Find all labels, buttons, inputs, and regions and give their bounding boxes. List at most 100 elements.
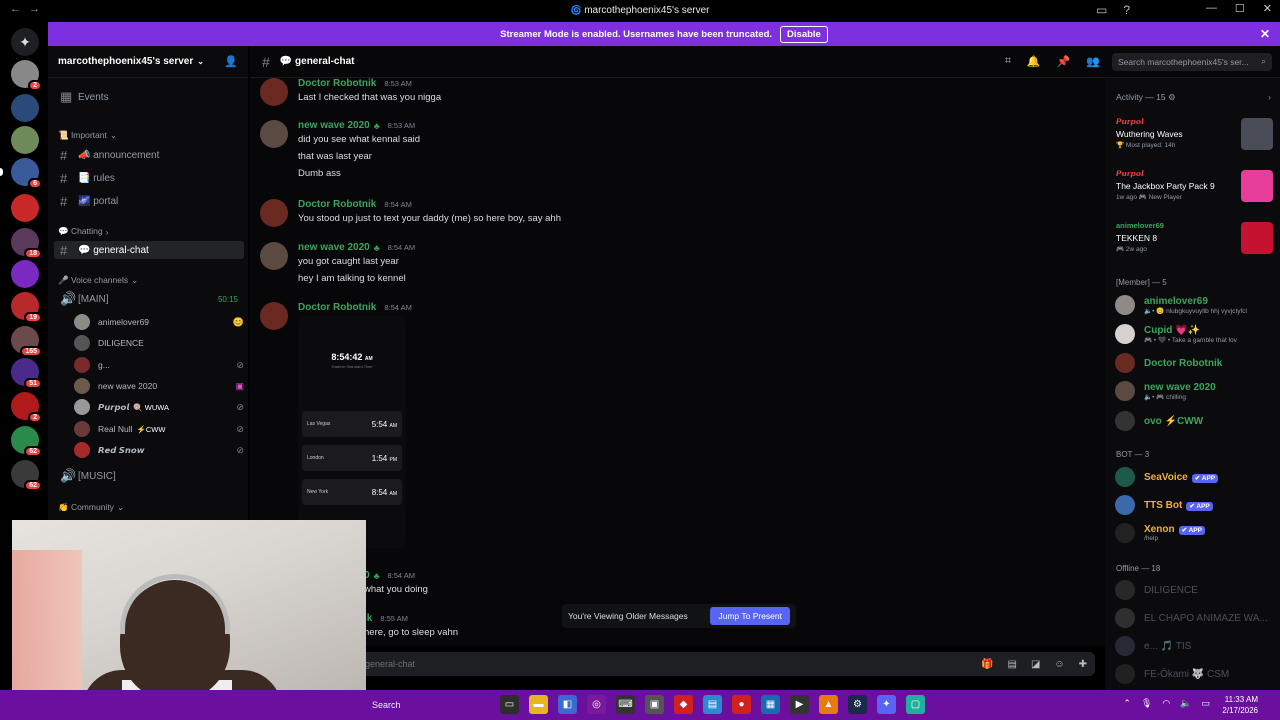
channel-rules[interactable]: # 📑 rules: [54, 169, 244, 187]
server-icon[interactable]: [11, 94, 39, 122]
task-view-icon[interactable]: ▭: [500, 695, 519, 714]
activity-card[interactable]: 𝙋𝙪𝙧𝙥𝙤𝙡 Wuthering Waves 🏆 Most played: 14…: [1113, 114, 1275, 158]
channel-portal[interactable]: # 🌌 portal: [54, 192, 244, 210]
category-community[interactable]: 👏 Community ⌄: [58, 502, 124, 513]
message[interactable]: new wave 2020 ♣ 8:53 AM did you see what k…: [260, 120, 420, 179]
category-chatting[interactable]: 💬 Chatting ›: [58, 226, 108, 237]
message-author[interactable]: Doctor Robotnik: [298, 199, 376, 210]
phone-screenshot-attachment[interactable]: 8:54:42 AM Eastern Standard Time Las Veg…: [298, 316, 406, 548]
app-icon[interactable]: ▦: [761, 695, 780, 714]
discord-icon[interactable]: ✦: [877, 695, 896, 714]
threads-icon[interactable]: ⌗: [1005, 55, 1011, 68]
pin-icon[interactable]: 📌: [1057, 55, 1071, 68]
category-important[interactable]: 📜 Important ⌄: [58, 130, 117, 141]
member-item[interactable]: Xenon ✔ APP/help: [1115, 521, 1275, 545]
add-member-icon[interactable]: 👤: [224, 55, 238, 68]
wifi-icon[interactable]: ◠: [1162, 698, 1170, 709]
emoji-icon[interactable]: ☺: [1054, 659, 1064, 670]
jump-to-present-button[interactable]: Jump To Present: [710, 607, 790, 625]
discord-home-icon[interactable]: ✦: [11, 28, 39, 56]
record-icon[interactable]: ●: [732, 695, 751, 714]
voice-user[interactable]: g... ⊘: [74, 356, 244, 374]
server-icon[interactable]: [11, 194, 39, 222]
file-explorer-icon[interactable]: ▬: [529, 695, 548, 714]
app-icon[interactable]: ◎: [587, 695, 606, 714]
server-icon[interactable]: [11, 126, 39, 154]
app-icon[interactable]: ▣: [645, 695, 664, 714]
member-item[interactable]: animelover69 🔈• 😊 nlubgkuyvuyllb hhj vyvj…: [1115, 293, 1275, 317]
server-icon[interactable]: 6: [11, 158, 42, 189]
app-icon[interactable]: ◆: [674, 695, 693, 714]
voice-user[interactable]: Real Null ⚡CWW ⊘: [74, 420, 244, 438]
voice-user[interactable]: new wave 2020 ▣: [74, 377, 244, 395]
maximize-icon[interactable]: ☐: [1235, 2, 1245, 15]
channel-general-chat[interactable]: # 💬 general-chat: [54, 241, 244, 259]
taskbar-clock[interactable]: 11:33 AM 2/17/2026: [1222, 694, 1258, 716]
inbox-icon[interactable]: ▭: [1096, 3, 1107, 17]
member-item[interactable]: e... 🎵 TIS: [1115, 634, 1275, 658]
member-item[interactable]: TTS Bot ✔ APP: [1115, 493, 1275, 517]
app-icon[interactable]: ⌨: [616, 695, 635, 714]
member-item[interactable]: new wave 2020 🔈• 🎮 chilling: [1115, 379, 1275, 403]
close-banner-icon[interactable]: ✕: [1260, 27, 1270, 41]
message[interactable]: ik 8:55 AM here, go to sleep vahn: [364, 613, 458, 638]
apps-icon[interactable]: ✚: [1079, 659, 1087, 670]
message-author[interactable]: new wave 2020: [298, 120, 370, 131]
app-icon[interactable]: ▢: [906, 695, 925, 714]
member-item[interactable]: Cupid 💗✨ 🎮 • 🖤 • Take a gamble that lov: [1115, 322, 1275, 346]
server-icon[interactable]: 2: [11, 60, 42, 91]
disable-streamer-button[interactable]: Disable: [780, 25, 828, 43]
voice-user[interactable]: 𝙋𝙪𝙧𝙥𝙤𝙡 🍭 WUWA ⊘: [74, 398, 244, 416]
events-item[interactable]: ▦ Events: [54, 88, 244, 106]
server-icon[interactable]: [11, 260, 39, 288]
steam-icon[interactable]: ⚙: [848, 695, 867, 714]
server-header[interactable]: marcothephoenix45's server ⌄ 👤: [48, 46, 248, 78]
activity-card[interactable]: animelover69 TEKKEN 8 🎮 2w ago: [1113, 218, 1275, 262]
message[interactable]: new wave 2020 ♣ 8:54 AM you got caught las…: [260, 242, 415, 284]
sticker-icon[interactable]: ◪: [1031, 659, 1040, 670]
message[interactable]: 0 ♣ 8:54 AM what you doing: [364, 570, 428, 595]
member-item[interactable]: EL CHAPO ANIMAZE WA...: [1115, 606, 1275, 630]
server-icon[interactable]: 18: [11, 228, 42, 259]
vlc-icon[interactable]: ▲: [819, 695, 838, 714]
volume-icon[interactable]: 🔈: [1180, 698, 1191, 709]
gift-icon[interactable]: 🎁: [981, 659, 993, 670]
message-input[interactable]: general-chat 🎁 ▤ ◪ ☺ ✚: [260, 652, 1095, 676]
voice-channel-music[interactable]: 🔊 [MUSIC]: [54, 467, 244, 485]
member-item[interactable]: Doctor Robotnik: [1115, 351, 1275, 375]
activity-header[interactable]: Activity — 15 ⚙ ›: [1116, 92, 1271, 103]
server-icon[interactable]: 62: [11, 460, 42, 491]
server-icon[interactable]: 2: [11, 392, 42, 423]
app-icon[interactable]: ▤: [703, 695, 722, 714]
store-icon[interactable]: ◧: [558, 695, 577, 714]
voice-user[interactable]: DILIGENCE: [74, 334, 244, 352]
search-input[interactable]: Search marcothephoenix45's ser... ⌕: [1112, 52, 1272, 71]
server-icon[interactable]: 51: [11, 358, 42, 389]
server-icon[interactable]: 165: [11, 326, 42, 357]
channel-announcement[interactable]: # 📣 announcement: [54, 146, 244, 164]
server-icon[interactable]: 19: [11, 292, 42, 323]
bell-icon[interactable]: 🔔: [1027, 55, 1041, 68]
mic-icon[interactable]: 🎙: [1141, 698, 1152, 709]
taskbar-search[interactable]: Search: [366, 695, 496, 715]
member-item[interactable]: SeaVoice ✔ APP: [1115, 465, 1275, 489]
message[interactable]: Doctor Robotnik 8:54 AM You stood up just…: [260, 199, 561, 227]
members-icon[interactable]: 👥: [1086, 55, 1100, 68]
battery-icon[interactable]: ▭: [1201, 698, 1210, 709]
voice-user[interactable]: animelover69 😊: [74, 313, 244, 331]
member-item[interactable]: DILIGENCE: [1115, 578, 1275, 602]
message[interactable]: Doctor Robotnik 8:53 AM Last I checked th…: [260, 78, 441, 106]
message-author[interactable]: Doctor Robotnik: [298, 78, 376, 89]
member-item[interactable]: FE-Ōkami 🐺 CSM: [1115, 662, 1275, 686]
chevron-up-icon[interactable]: ⌃: [1123, 698, 1131, 709]
media-player-icon[interactable]: ▶: [790, 695, 809, 714]
message-author[interactable]: Doctor Robotnik: [298, 302, 376, 313]
message-author[interactable]: new wave 2020: [298, 242, 370, 253]
activity-card[interactable]: 𝙋𝙪𝙧𝙥𝙤𝙡 The Jackbox Party Pack 9 1w ago 🎮…: [1113, 166, 1275, 210]
voice-channel-main[interactable]: 🔊 [MAIN] 50:15: [54, 290, 244, 308]
voice-user[interactable]: 𝙍𝙚𝙙 𝙎𝙣𝙤𝙬 ⊘: [74, 441, 244, 459]
gif-icon[interactable]: ▤: [1007, 659, 1016, 670]
close-window-icon[interactable]: ✕: [1263, 2, 1272, 15]
help-icon[interactable]: ?: [1123, 3, 1130, 17]
category-voice[interactable]: 🎤 Voice channels ⌄: [58, 275, 138, 286]
